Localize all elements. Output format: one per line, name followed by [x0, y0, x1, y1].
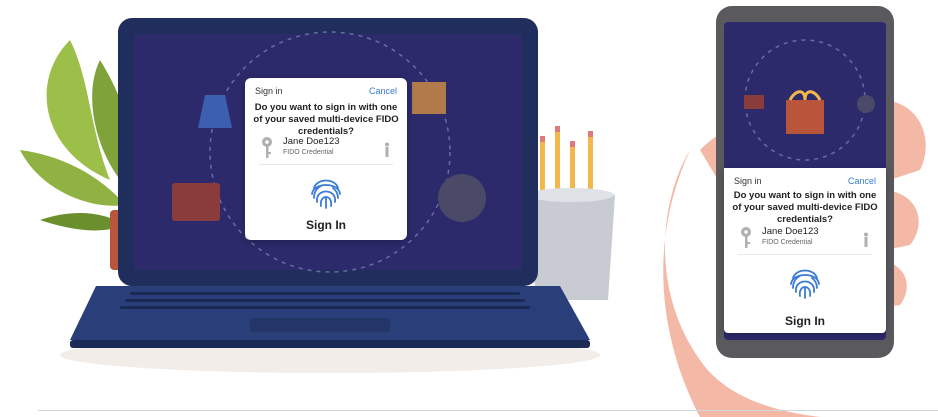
pencil-cup-illustration — [528, 126, 615, 300]
fingerprint-icon[interactable] — [305, 172, 347, 214]
dialog-title: Sign in — [734, 176, 762, 186]
cancel-button[interactable]: Cancel — [369, 86, 397, 96]
phone-signin-dialog: Sign in Cancel Do you want to sign in wi… — [724, 168, 886, 333]
credential-type: FIDO Credential — [762, 239, 813, 246]
fingerprint-icon[interactable] — [784, 262, 826, 304]
key-icon — [741, 227, 751, 248]
dialog-header: Sign in Cancel — [255, 86, 397, 100]
dialog-question: Do you want to sign in with one of your … — [732, 190, 878, 225]
laptop-signin-dialog: Sign in Cancel Do you want to sign in wi… — [245, 78, 407, 240]
key-icon — [262, 137, 272, 158]
bottom-rule — [38, 410, 938, 411]
dialog-title: Sign in — [255, 86, 283, 96]
person-icon — [385, 142, 389, 157]
sign-in-button[interactable]: Sign In — [245, 218, 407, 232]
keyboard-keys — [120, 292, 530, 309]
cancel-button[interactable]: Cancel — [848, 176, 876, 186]
credential-type: FIDO Credential — [283, 149, 334, 156]
person-icon — [864, 232, 868, 247]
credential-option[interactable]: Jane Doe123 FIDO Credential — [259, 132, 393, 165]
sign-in-button[interactable]: Sign In — [724, 314, 886, 328]
credential-name: Jane Doe123 — [762, 226, 819, 237]
credential-name: Jane Doe123 — [283, 136, 340, 147]
credential-option[interactable]: Jane Doe123 FIDO Credential — [738, 222, 872, 255]
dialog-header: Sign in Cancel — [734, 176, 876, 190]
